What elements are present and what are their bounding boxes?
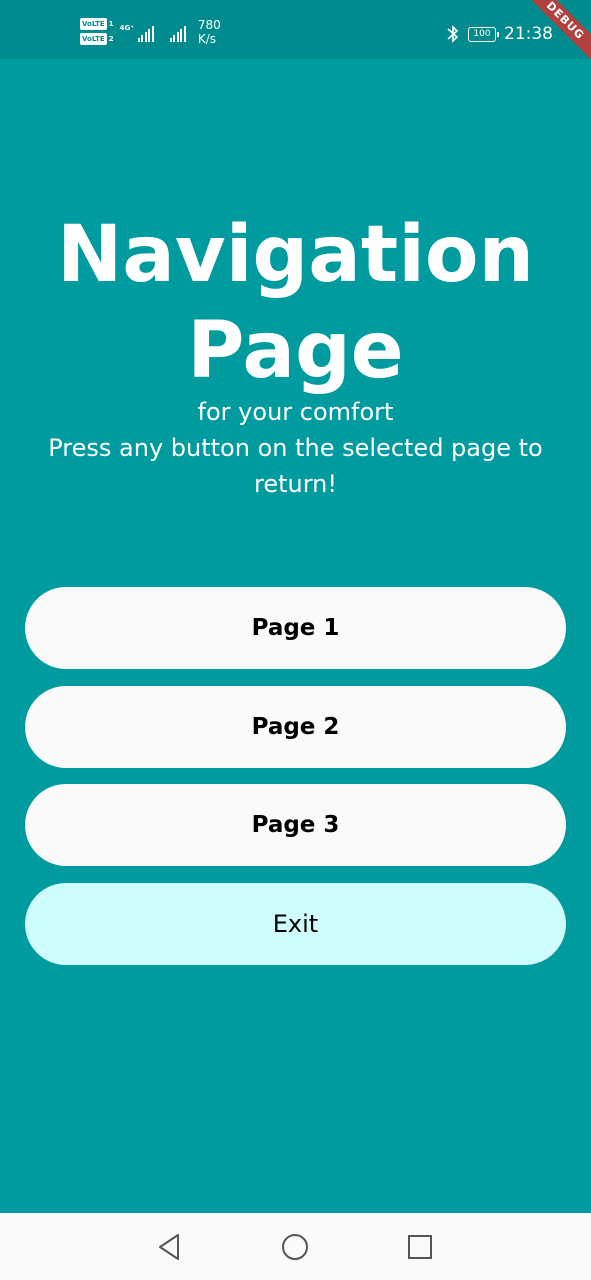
back-icon[interactable] xyxy=(154,1231,186,1263)
bluetooth-icon xyxy=(447,25,459,43)
status-bar: VoLTE 1 VoLTE 2 4G⁺ 780 K/s 100 21:38 xyxy=(0,0,591,59)
status-right-group: 100 21:38 xyxy=(446,24,553,44)
page-title: Navigation Page xyxy=(0,207,591,399)
subtitle-line-1: for your comfort xyxy=(197,398,394,426)
system-nav-bar xyxy=(0,1213,591,1280)
recents-icon[interactable] xyxy=(404,1231,436,1263)
signal-2-icon xyxy=(169,26,186,42)
network-speed: 780 K/s xyxy=(198,18,221,46)
sim-1-label: 1 xyxy=(108,20,114,28)
speed-value: 780 xyxy=(197,18,221,32)
subtitle-line-2: Press any button on the selected page to… xyxy=(48,434,543,498)
title-line-2: Page xyxy=(187,306,404,396)
page-3-button[interactable]: Page 3 xyxy=(25,784,566,866)
home-icon[interactable] xyxy=(279,1231,311,1263)
title-line-1: Navigation xyxy=(56,210,535,300)
volte-2-label: VoLTE xyxy=(80,33,107,45)
page-subtitle: for your comfort Press any button on the… xyxy=(20,394,571,502)
volte-2: VoLTE 2 xyxy=(80,33,114,45)
battery-level: 100 xyxy=(473,28,491,39)
battery-icon: 100 xyxy=(468,26,499,42)
exit-button[interactable]: Exit xyxy=(25,883,566,965)
volte-1-label: VoLTE xyxy=(80,18,107,30)
signal-1-icon xyxy=(137,26,154,42)
page-2-button[interactable]: Page 2 xyxy=(25,686,566,768)
network-type: 4G⁺ xyxy=(119,24,134,32)
status-left-group: VoLTE 1 VoLTE 2 4G⁺ 780 K/s xyxy=(80,18,221,46)
main-content: Navigation Page for your comfort Press a… xyxy=(0,59,591,1213)
volte-indicators: VoLTE 1 VoLTE 2 xyxy=(80,18,114,45)
sim-2-label: 2 xyxy=(108,35,114,43)
clock: 21:38 xyxy=(504,24,553,44)
volte-1: VoLTE 1 xyxy=(80,18,114,30)
page-1-button[interactable]: Page 1 xyxy=(25,587,566,669)
speed-unit: K/s xyxy=(197,32,217,46)
